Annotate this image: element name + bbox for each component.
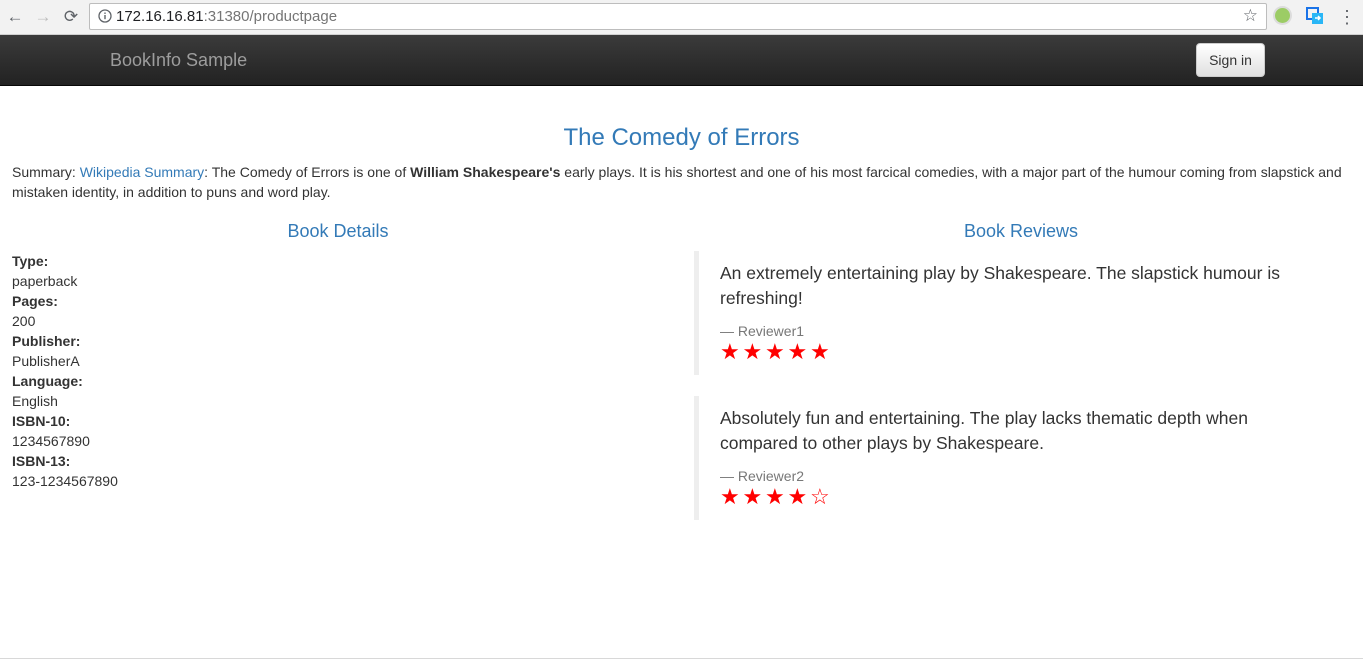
- detail-value-type: paperback: [12, 273, 78, 289]
- star-filled-icon: ★: [810, 339, 830, 364]
- book-summary: Summary: Wikipedia Summary: The Comedy o…: [12, 162, 1352, 202]
- detail-value-publisher: PublisherA: [12, 353, 80, 369]
- page-bottom-border: [0, 658, 1363, 659]
- book-reviews-heading: Book Reviews: [963, 221, 1079, 241]
- reload-icon[interactable]: ⟳: [60, 6, 82, 28]
- star-empty-icon: ☆: [810, 484, 830, 509]
- detail-value-isbn13: 123-1234567890: [12, 473, 118, 489]
- detail-value-isbn10: 1234567890: [12, 433, 90, 449]
- detail-label-type: Type:: [12, 253, 49, 269]
- cast-extension-icon[interactable]: [1306, 7, 1324, 25]
- browser-menu-icon[interactable]: ⋮: [1338, 6, 1356, 28]
- site-navbar: BookInfo Sample Sign in: [0, 35, 1363, 86]
- forward-icon[interactable]: →: [32, 6, 54, 28]
- back-icon[interactable]: ←: [4, 6, 26, 28]
- summary-label: Summary:: [12, 164, 76, 180]
- bookmark-star-icon[interactable]: ☆: [1243, 6, 1258, 26]
- detail-value-language: English: [12, 393, 58, 409]
- review-card: An extremely entertaining play by Shakes…: [694, 251, 1334, 375]
- book-details-list: Type: paperback Pages: 200 Publisher: Pu…: [12, 251, 612, 491]
- sign-in-button[interactable]: Sign in: [1196, 43, 1265, 77]
- url-text[interactable]: 172.16.16.81:31380/productpage: [116, 8, 337, 26]
- star-rating: ★ ★ ★ ★ ☆: [720, 486, 1314, 508]
- detail-label-publisher: Publisher:: [12, 333, 81, 349]
- star-rating: ★ ★ ★ ★ ★: [720, 341, 1314, 363]
- star-filled-icon: ★: [720, 339, 740, 364]
- detail-label-language: Language:: [12, 373, 83, 389]
- review-text: An extremely entertaining play by Shakes…: [720, 263, 1280, 308]
- star-filled-icon: ★: [720, 484, 740, 509]
- review-card: Absolutely fun and entertaining. The pla…: [694, 396, 1334, 520]
- star-filled-icon: ★: [765, 339, 785, 364]
- url-host: 172.16.16.81: [116, 8, 204, 25]
- star-filled-icon: ★: [787, 339, 808, 364]
- wikipedia-summary-link[interactable]: Wikipedia Summary: [80, 164, 204, 180]
- star-filled-icon: ★: [787, 484, 808, 509]
- book-title: The Comedy of Errors: [563, 124, 800, 151]
- star-filled-icon: ★: [742, 484, 763, 509]
- url-path: :31380/productpage: [203, 8, 338, 25]
- address-bar[interactable]: 172.16.16.81:31380/productpage ☆: [89, 3, 1267, 30]
- star-filled-icon: ★: [765, 484, 785, 509]
- summary-author: William Shakespeare's: [410, 164, 561, 180]
- detail-label-isbn10: ISBN-10:: [12, 413, 71, 429]
- browser-toolbar: ← → ⟳ 172.16.16.81:31380/productpage ☆ ⋮: [0, 0, 1363, 35]
- review-text: Absolutely fun and entertaining. The pla…: [720, 408, 1248, 453]
- detail-value-pages: 200: [12, 313, 36, 329]
- star-filled-icon: ★: [742, 339, 763, 364]
- reviewer-name: — Reviewer2: [720, 468, 805, 484]
- brand-title[interactable]: BookInfo Sample: [110, 49, 247, 71]
- detail-label-pages: Pages:: [12, 293, 58, 309]
- extension-icon[interactable]: [1275, 8, 1290, 23]
- detail-label-isbn13: ISBN-13:: [12, 453, 71, 469]
- info-icon[interactable]: [98, 9, 112, 23]
- reviewer-name: — Reviewer1: [720, 323, 805, 339]
- summary-text-start: : The Comedy of Errors is one of: [204, 164, 411, 180]
- book-details-heading: Book Details: [287, 221, 389, 241]
